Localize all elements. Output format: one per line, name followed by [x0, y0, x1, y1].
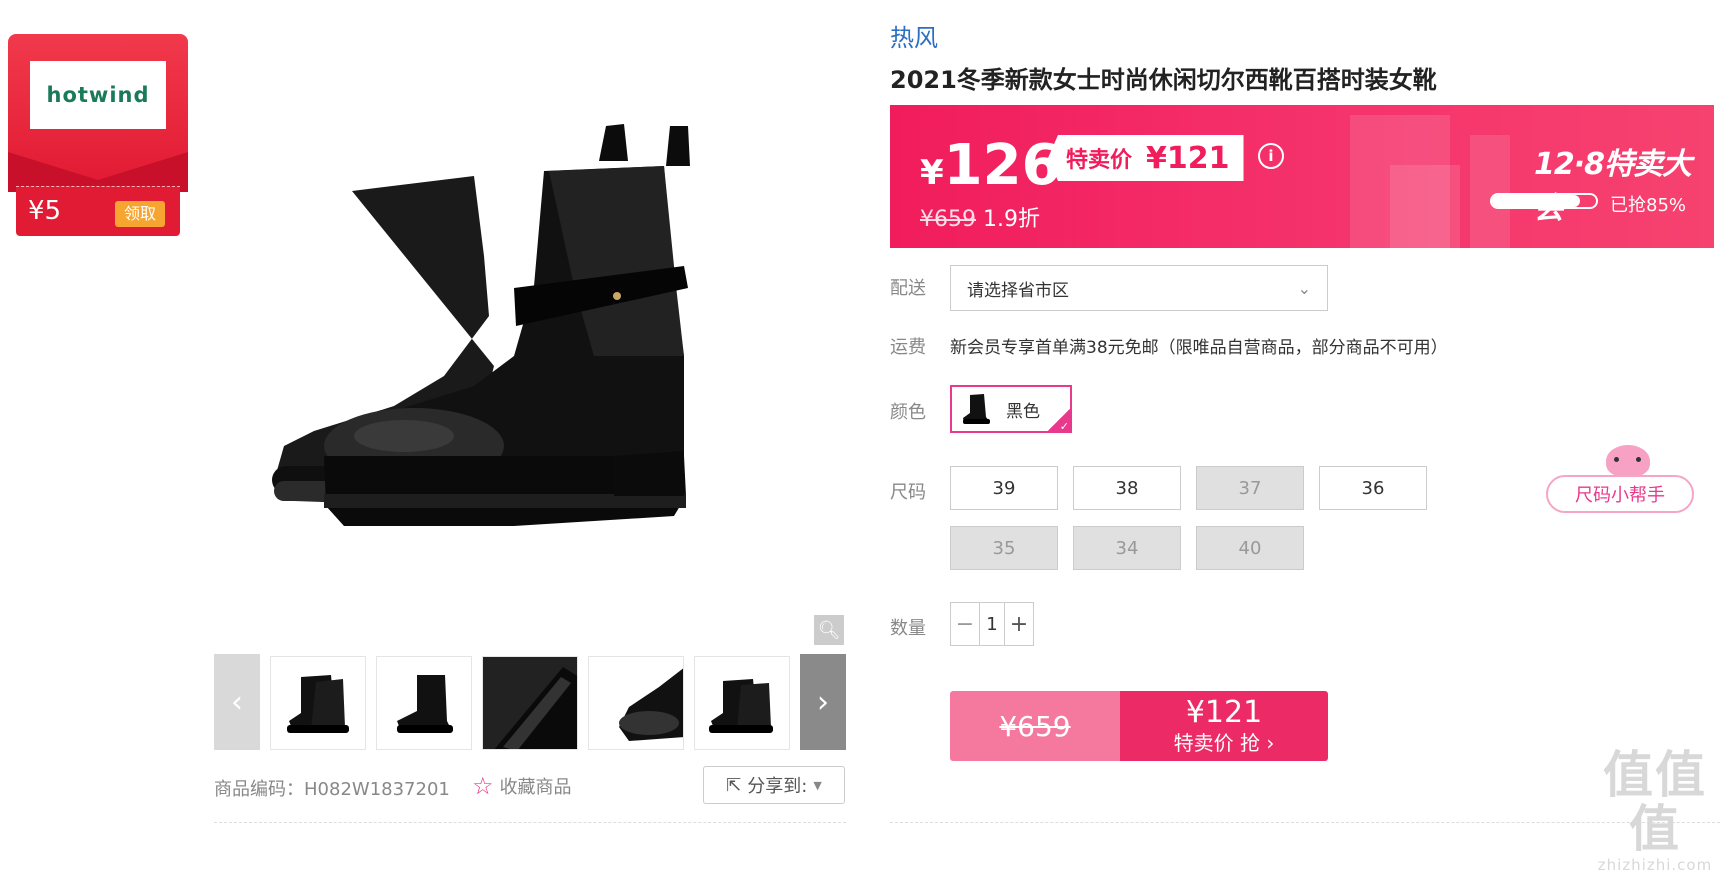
delivery-label: 配送 [890, 278, 926, 299]
quantity-stepper: − 1 + [950, 602, 1034, 646]
quantity-plus-button[interactable]: + [1005, 603, 1033, 645]
star-icon: ☆ [472, 772, 494, 800]
thumbnail-boot-toe[interactable] [588, 656, 684, 750]
share-label: 分享到: [747, 776, 808, 797]
original-price-row: ¥659 1.9折 [920, 201, 1040, 233]
size-option[interactable]: 38 [1073, 466, 1181, 510]
divider [214, 822, 846, 823]
price-banner: ¥126 特卖价 ¥121 i ¥659 1.9折 12·8特卖大会 已抢85% [890, 105, 1714, 248]
quantity-minus-button[interactable]: − [951, 603, 979, 645]
brand-logo: hotwind [30, 61, 166, 129]
size-helper-button[interactable]: 尺码小帮手 [1546, 445, 1694, 515]
thumbnail-boot-insole[interactable] [482, 656, 578, 750]
region-select[interactable]: 请选择省市区 ⌄ [950, 265, 1328, 311]
thumbnail-boot-pair-side[interactable] [376, 656, 472, 750]
size-option[interactable]: 36 [1319, 466, 1427, 510]
coupon-amount: ¥5 [28, 196, 62, 226]
magnifier-icon[interactable]: 🔍︎ [814, 615, 844, 645]
color-option-label: 黑色 [1006, 401, 1040, 422]
watermark-url: zhizhizhi.com [1597, 856, 1713, 874]
current-price-value: 126 [943, 133, 1061, 198]
thumbnail-boot-pair[interactable] [270, 656, 366, 750]
thumbnail-boot-pair-alt[interactable] [694, 656, 790, 750]
original-price: ¥659 [920, 207, 976, 232]
buy-special-section: ¥121 特卖价 抢 › [1120, 691, 1328, 761]
buy-original-price: ¥659 [950, 691, 1120, 761]
mascot-icon [1606, 445, 1650, 477]
banner-decoration [1470, 135, 1510, 248]
banner-decoration [1390, 165, 1460, 248]
quantity-value[interactable]: 1 [979, 603, 1005, 645]
sold-progress-bar [1490, 193, 1598, 209]
region-placeholder: 请选择省市区 [967, 280, 1069, 301]
product-title: 2021冬季新款女士时尚休闲切尔西靴百搭时装女靴 [890, 66, 1437, 94]
share-icon: ⇱ [726, 774, 742, 796]
chevron-down-icon: ⌄ [1297, 278, 1311, 298]
coupon-card[interactable]: hotwind ¥5 领取 [8, 34, 188, 239]
buy-action-label: 特卖价 抢 › [1173, 731, 1275, 755]
selected-check-icon: ✓ [1048, 409, 1070, 431]
watermark-logo: 值值值 [1603, 746, 1707, 858]
caret-down-icon: ▼ [813, 778, 822, 792]
size-helper-label: 尺码小帮手 [1546, 475, 1694, 513]
info-icon[interactable]: i [1258, 143, 1284, 169]
chevron-right-icon[interactable]: › [800, 654, 846, 750]
favorite-label: 收藏商品 [499, 777, 572, 798]
size-option: 35 [950, 526, 1058, 570]
size-option: 34 [1073, 526, 1181, 570]
buy-special-price: ¥121 [1185, 695, 1263, 730]
size-option[interactable]: 39 [950, 466, 1058, 510]
size-label: 尺码 [890, 482, 926, 503]
quantity-label: 数量 [890, 618, 926, 639]
discount-text: 1.9折 [983, 207, 1040, 232]
color-swatch-boot [963, 394, 990, 424]
sold-progress-fill [1492, 195, 1581, 207]
brand-link[interactable]: 热风 [890, 18, 938, 53]
size-option: 40 [1196, 526, 1304, 570]
color-label: 颜色 [890, 402, 926, 423]
special-price-label: 特卖价 [1066, 148, 1133, 173]
size-option: 37 [1196, 466, 1304, 510]
shipping-text: 新会员专享首单满38元免邮（限唯品自营商品，部分商品不可用） [950, 338, 1448, 358]
currency-symbol: ¥ [920, 153, 944, 193]
watermark: 值值值 zhizhizhi.com [1585, 748, 1725, 874]
favorite-button[interactable]: ☆ 收藏商品 [472, 772, 572, 800]
buy-button[interactable]: ¥659 ¥121 特卖价 抢 › [950, 691, 1328, 761]
coupon-claim-button[interactable]: 领取 [115, 201, 165, 227]
color-option-black[interactable]: 黑色 ✓ [950, 385, 1072, 433]
chevron-left-icon[interactable]: ‹ [214, 654, 260, 750]
special-price-value: ¥121 [1146, 140, 1230, 176]
main-product-image[interactable] [214, 26, 846, 626]
special-price-tag: 特卖价 ¥121 [1048, 135, 1244, 181]
sku-code: 商品编码：H082W1837201 [214, 779, 450, 800]
boots-image [272, 124, 690, 526]
sold-progress-text: 已抢85% [1610, 195, 1687, 216]
share-button[interactable]: ⇱ 分享到: ▼ [703, 766, 845, 804]
shipping-label: 运费 [890, 337, 926, 358]
current-price: ¥126 [920, 133, 1061, 198]
